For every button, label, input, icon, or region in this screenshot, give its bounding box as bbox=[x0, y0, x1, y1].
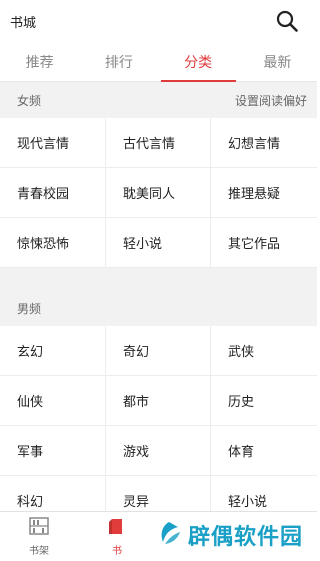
watermark-logo-icon bbox=[156, 520, 182, 550]
male-section-label: 男频 bbox=[17, 301, 42, 316]
category-item[interactable]: 都市 bbox=[106, 376, 211, 426]
category-item[interactable]: 历史 bbox=[211, 376, 317, 426]
category-item[interactable]: 现代言情 bbox=[0, 118, 106, 168]
nav-bookstore-label: 书 bbox=[112, 546, 122, 557]
top-header: 书城 bbox=[0, 0, 317, 42]
tab-latest[interactable]: 最新 bbox=[238, 42, 317, 81]
tab-category[interactable]: 分类 bbox=[159, 42, 238, 82]
category-item[interactable]: 幻想言情 bbox=[211, 118, 317, 168]
search-icon[interactable] bbox=[275, 9, 299, 33]
category-item[interactable]: 青春校园 bbox=[0, 168, 106, 218]
watermark: 辟偶软件园 bbox=[156, 519, 303, 551]
category-item[interactable]: 惊悚恐怖 bbox=[0, 218, 106, 268]
nav-bookstore[interactable]: 书 bbox=[78, 512, 156, 561]
female-section-label: 女频 bbox=[17, 93, 42, 108]
female-category-grid: 现代言情 古代言情 幻想言情 青春校园 耽美同人 推理悬疑 惊悚恐怖 轻小说 其… bbox=[0, 118, 317, 268]
category-item[interactable]: 耽美同人 bbox=[106, 168, 211, 218]
male-category-grid: 玄幻 奇幻 武侠 仙侠 都市 历史 军事 游戏 体育 科幻 灵异 轻小说 bbox=[0, 326, 317, 526]
tab-ranking[interactable]: 排行 bbox=[79, 42, 158, 81]
reading-preference-link[interactable]: 设置阅读偏好 bbox=[235, 92, 307, 109]
category-item[interactable]: 推理悬疑 bbox=[211, 168, 317, 218]
category-tabs: 推荐 排行 分类 最新 bbox=[0, 42, 317, 82]
category-item[interactable]: 仙侠 bbox=[0, 376, 106, 426]
male-section-header: 男频 bbox=[0, 290, 317, 326]
category-item[interactable]: 军事 bbox=[0, 426, 106, 476]
nav-bookshelf[interactable]: 书架 bbox=[0, 512, 78, 561]
section-divider bbox=[0, 268, 317, 290]
page-title: 书城 bbox=[10, 15, 37, 31]
store-icon bbox=[106, 516, 128, 539]
category-item[interactable]: 奇幻 bbox=[106, 326, 211, 376]
category-item[interactable]: 古代言情 bbox=[106, 118, 211, 168]
tab-recommend[interactable]: 推荐 bbox=[0, 42, 79, 81]
watermark-text: 辟偶软件园 bbox=[187, 525, 303, 550]
category-item[interactable]: 体育 bbox=[211, 426, 317, 476]
nav-bookshelf-label: 书架 bbox=[29, 546, 49, 557]
category-item[interactable]: 武侠 bbox=[211, 326, 317, 376]
category-item[interactable]: 其它作品 bbox=[211, 218, 317, 268]
category-item[interactable]: 轻小说 bbox=[106, 218, 211, 268]
female-section-header: 女频 设置阅读偏好 bbox=[0, 82, 317, 118]
category-item[interactable]: 玄幻 bbox=[0, 326, 106, 376]
bookshelf-icon bbox=[28, 516, 50, 539]
category-item[interactable]: 游戏 bbox=[106, 426, 211, 476]
